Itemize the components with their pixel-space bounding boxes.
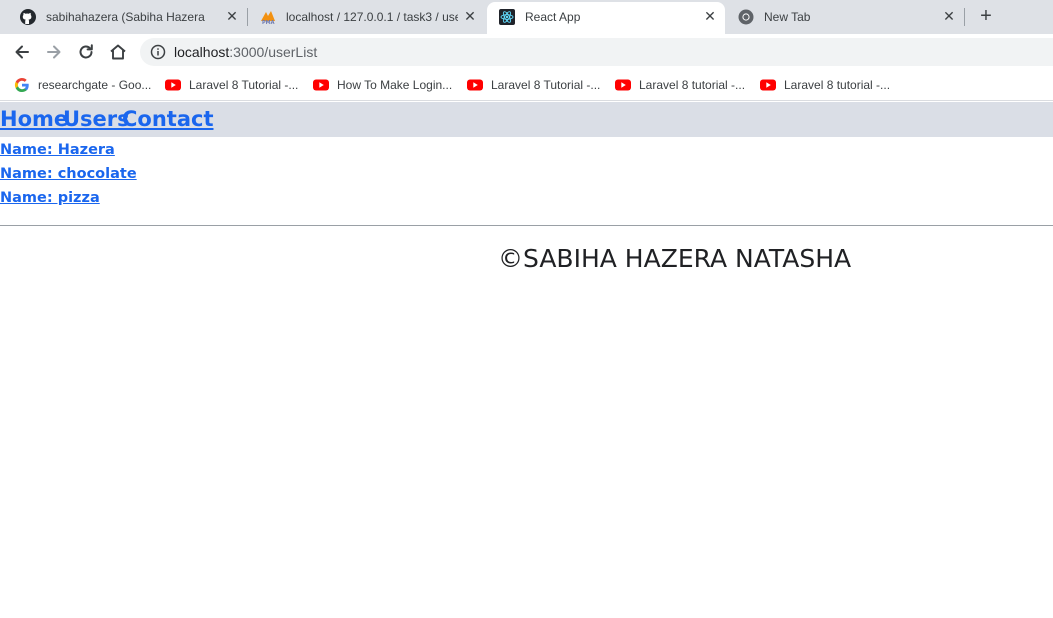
reload-icon[interactable] [76,42,96,62]
bookmark-label: Laravel 8 Tutorial -... [189,78,299,92]
info-icon[interactable] [150,44,166,60]
bookmark-label: researchgate - Goo... [38,78,152,92]
nav-link-home[interactable]: Home [0,107,68,131]
bookmark-item[interactable]: Laravel 8 tutorial -... [615,76,745,94]
youtube-icon [760,79,776,91]
tab-title: React App [525,10,581,24]
user-link[interactable]: Name: Hazera [0,141,137,165]
new-tab-button[interactable]: + [975,6,997,28]
youtube-icon [467,79,483,91]
youtube-icon [165,79,181,91]
youtube-icon [615,79,631,91]
tab-title: localhost / 127.0.0.1 / task3 / use [286,10,458,24]
user-list: Name: Hazera Name: chocolate Name: pizza [0,141,137,213]
page-viewport: Home Users Contact Name: Hazera Name: ch… [0,101,1053,618]
youtube-icon [313,79,329,91]
user-link[interactable]: Name: chocolate [0,165,137,189]
svg-text:PMA: PMA [262,20,275,25]
bookmark-label: Laravel 8 tutorial -... [639,78,746,92]
bookmark-label: Laravel 8 Tutorial -... [491,78,601,92]
bookmark-item[interactable]: Laravel 8 tutorial -... [760,76,890,94]
close-icon[interactable]: ✕ [224,8,240,24]
close-icon[interactable]: ✕ [462,8,478,24]
chrome-icon [738,9,754,25]
tab-react-app[interactable]: React App ✕ [487,2,725,34]
bookmark-item[interactable]: Laravel 8 Tutorial -... [165,76,298,94]
nav-link-contact[interactable]: Contact [122,107,214,131]
google-icon [14,78,29,93]
tab-title: sabihahazera (Sabiha Hazera ) [46,10,208,24]
url-text: localhost:3000/userList [174,44,317,60]
home-icon[interactable] [108,42,128,62]
github-icon [20,9,36,25]
bookmark-label: How To Make Login... [337,78,453,92]
nav-link-users[interactable]: Users [63,107,130,131]
back-arrow-icon[interactable] [12,42,32,62]
react-icon [499,9,515,25]
address-bar[interactable]: localhost:3000/userList [140,38,1053,66]
forward-arrow-icon[interactable] [44,42,64,62]
browser-toolbar: localhost:3000/userList [0,34,1053,70]
tab-separator [964,8,965,26]
bookmarks-bar: researchgate - Goo... Laravel 8 Tutorial… [0,70,1053,101]
url-host: localhost [174,44,230,60]
bookmark-item[interactable]: How To Make Login... [313,76,452,94]
tab-github[interactable]: sabihahazera (Sabiha Hazera ) ✕ [8,0,246,34]
url-path: :3000/userList [229,44,318,60]
bookmark-item[interactable]: Laravel 8 Tutorial -... [467,76,600,94]
footer-copyright: ©SABIHA HAZERA NATASHA [498,244,852,273]
bookmark-label: Laravel 8 tutorial -... [784,78,891,92]
close-icon[interactable]: ✕ [702,8,718,24]
tab-phpmyadmin[interactable]: PMA localhost / 127.0.0.1 / task3 / use … [248,0,486,34]
tab-title: New Tab [764,10,811,24]
app-navbar: Home Users Contact [0,102,1053,137]
tab-new-tab[interactable]: New Tab ✕ [726,0,964,34]
user-link[interactable]: Name: pizza [0,189,137,213]
footer-divider [0,225,1053,226]
tab-strip: sabihahazera (Sabiha Hazera ) ✕ PMA loca… [0,0,1053,34]
bookmark-item[interactable]: researchgate - Goo... [14,76,151,94]
phpmyadmin-icon: PMA [261,11,275,25]
close-icon[interactable]: ✕ [941,8,957,24]
